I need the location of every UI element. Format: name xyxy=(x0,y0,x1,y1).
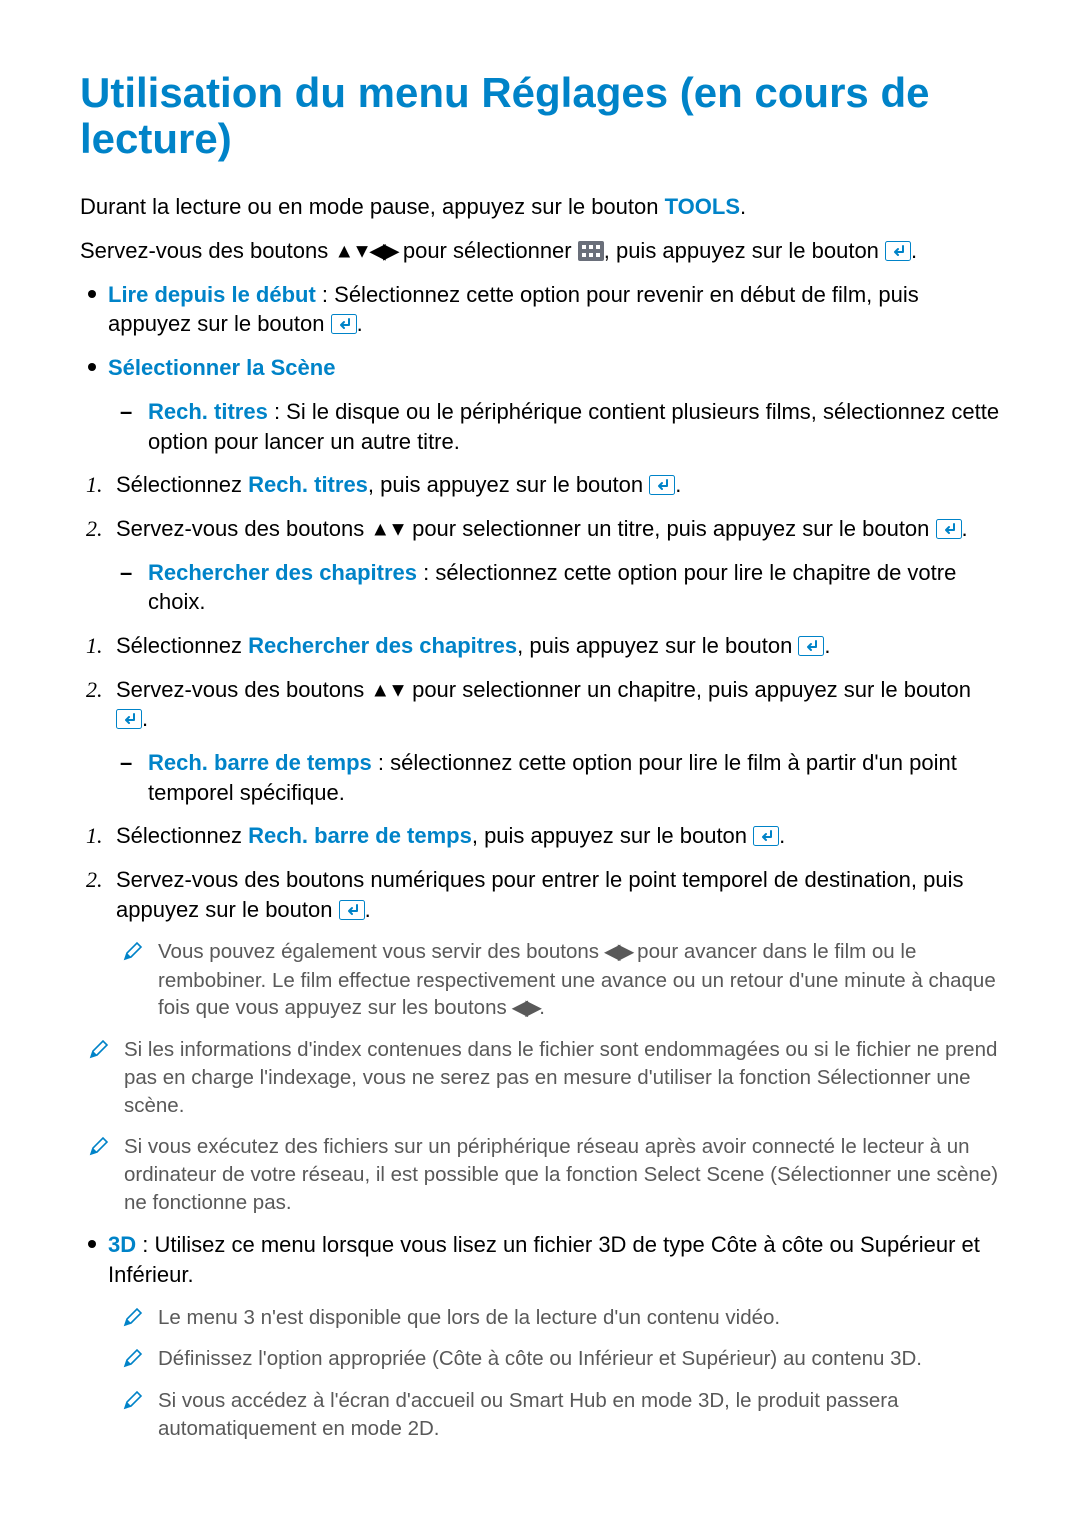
note-peripherique-reseau: Si vous exécutez des fichiers sur un pér… xyxy=(80,1133,1000,1216)
arrows-ud-icon: ▲▼ xyxy=(370,679,406,701)
step-temps-1: Sélectionnez Rech. barre de temps, puis … xyxy=(80,821,1000,851)
enter-icon xyxy=(339,899,365,923)
term: Rech. barre de temps xyxy=(148,750,372,775)
note-3d-smarthub: Si vous accédez à l'écran d'accueil ou S… xyxy=(80,1387,1000,1442)
text: , puis appuyez sur le bouton xyxy=(368,472,649,497)
text: Servez-vous des boutons xyxy=(80,238,334,263)
text: pour sélectionner xyxy=(397,238,578,263)
step-chapitres-1: Sélectionnez Rechercher des chapitres, p… xyxy=(80,631,1000,661)
text: , puis appuyez sur le bouton xyxy=(517,633,798,658)
text: pour selectionner un titre, puis appuyez… xyxy=(406,516,936,541)
step-temps-2: Servez-vous des boutons numériques pour … xyxy=(80,865,1000,924)
text: Si les informations d'index contenues da… xyxy=(124,1038,997,1116)
text: pour selectionner un chapitre, puis appu… xyxy=(406,677,971,702)
text: : Utilisez ce menu lorsque vous lisez un… xyxy=(108,1232,980,1287)
pencil-icon xyxy=(122,1306,144,1328)
bullet-selectionner-la-scene: Sélectionner la Scène xyxy=(80,353,1000,383)
arrows-ud-icon: ▲▼ xyxy=(370,519,406,541)
pencil-icon xyxy=(122,940,144,962)
subbullet-rech-barre-temps: Rech. barre de temps : sélectionnez cett… xyxy=(80,748,1000,807)
pencil-icon xyxy=(88,1038,110,1060)
enter-icon xyxy=(798,635,824,659)
text: . xyxy=(779,823,785,848)
text: Le menu 3 n'est disponible que lors de l… xyxy=(158,1306,780,1329)
text: Servez-vous des boutons xyxy=(116,677,370,702)
step-chapitres-2: Servez-vous des boutons ▲▼ pour selectio… xyxy=(80,675,1000,734)
term: Lire depuis le début xyxy=(108,282,316,307)
text: . xyxy=(357,311,363,336)
enter-icon xyxy=(753,826,779,850)
note-boutons-avancer: Vous pouvez également vous servir des bo… xyxy=(80,938,1000,1022)
enter-icon xyxy=(649,475,675,499)
menu-grid-icon xyxy=(578,240,604,264)
text: Vous pouvez également vous servir des bo… xyxy=(158,940,605,963)
term: Rechercher des chapitres xyxy=(148,560,417,585)
page-title: Utilisation du menu Réglages (en cours d… xyxy=(80,70,1000,162)
text: . xyxy=(365,897,371,922)
term: Rech. titres xyxy=(148,399,268,424)
term: 3D xyxy=(108,1232,136,1257)
tools-button-label: TOOLS xyxy=(665,194,740,219)
text: . xyxy=(962,516,968,541)
text: , puis appuyez sur le bouton xyxy=(472,823,753,848)
intro-para-2: Servez-vous des boutons ▲▼◀▶ pour sélect… xyxy=(80,236,1000,266)
text: Définissez l'option appropriée (Côte à c… xyxy=(158,1347,922,1370)
text: . xyxy=(911,238,917,263)
subbullet-rech-titres: Rech. titres : Si le disque ou le périph… xyxy=(80,397,1000,456)
term: Rech. titres xyxy=(248,472,368,497)
pencil-icon xyxy=(88,1135,110,1157)
text: . xyxy=(539,996,545,1019)
text: . xyxy=(142,706,148,731)
text: Sélectionnez xyxy=(116,633,248,658)
note-index-endommage: Si les informations d'index contenues da… xyxy=(80,1036,1000,1119)
arrows-lr-icon: ◀▶ xyxy=(605,942,632,964)
enter-icon xyxy=(936,518,962,542)
arrows-udlr-icon: ▲▼◀▶ xyxy=(334,241,396,263)
text: , puis appuyez sur le bouton xyxy=(604,238,885,263)
text: Sélectionnez xyxy=(116,472,248,497)
step-rech-titres-2: Servez-vous des boutons ▲▼ pour selectio… xyxy=(80,514,1000,544)
pencil-icon xyxy=(122,1347,144,1369)
enter-icon xyxy=(885,240,911,264)
note-3d-option: Définissez l'option appropriée (Côte à c… xyxy=(80,1345,1000,1373)
page: Utilisation du menu Réglages (en cours d… xyxy=(0,0,1080,1496)
text: . xyxy=(675,472,681,497)
text: : Si le disque ou le périphérique contie… xyxy=(148,399,999,454)
bullet-3d: 3D : Utilisez ce menu lorsque vous lisez… xyxy=(80,1230,1000,1289)
pencil-icon xyxy=(122,1389,144,1411)
text: . xyxy=(824,633,830,658)
text: Si vous accédez à l'écran d'accueil ou S… xyxy=(158,1389,899,1440)
enter-icon xyxy=(331,314,357,338)
arrows-lr-icon: ◀▶ xyxy=(512,997,539,1019)
text: Si vous exécutez des fichiers sur un pér… xyxy=(124,1135,998,1213)
text: Durant la lecture ou en mode pause, appu… xyxy=(80,194,665,219)
term: Rechercher des chapitres xyxy=(248,633,517,658)
text: Sélectionnez xyxy=(116,823,248,848)
intro-para-1: Durant la lecture ou en mode pause, appu… xyxy=(80,192,1000,222)
bullet-lire-depuis-le-debut: Lire depuis le début : Sélectionnez cett… xyxy=(80,280,1000,339)
enter-icon xyxy=(116,709,142,733)
note-3d-disponible: Le menu 3 n'est disponible que lors de l… xyxy=(80,1304,1000,1332)
text: . xyxy=(740,194,746,219)
text: Servez-vous des boutons xyxy=(116,516,370,541)
step-rech-titres-1: Sélectionnez Rech. titres, puis appuyez … xyxy=(80,470,1000,500)
text: Servez-vous des boutons numériques pour … xyxy=(116,867,964,922)
term: Sélectionner la Scène xyxy=(108,355,335,380)
subbullet-rechercher-chapitres: Rechercher des chapitres : sélectionnez … xyxy=(80,558,1000,617)
term: Rech. barre de temps xyxy=(248,823,472,848)
